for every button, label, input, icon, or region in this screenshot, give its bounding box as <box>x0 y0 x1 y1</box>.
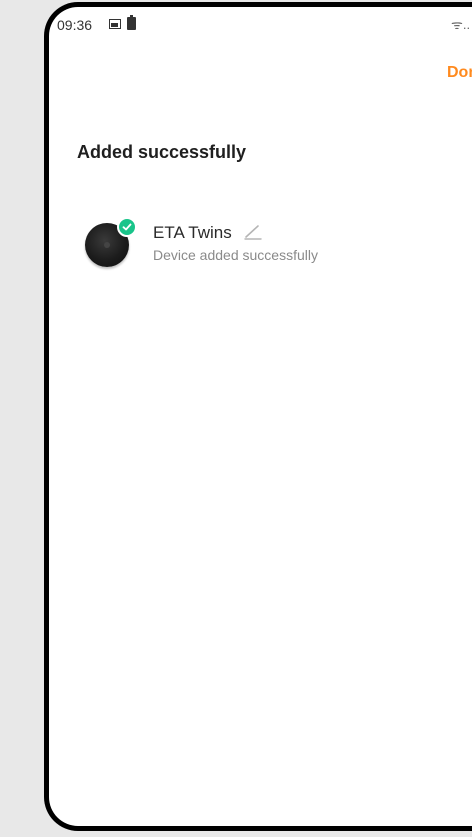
done-button[interactable]: Done <box>447 64 472 82</box>
phone-screen: 09:36 ᯤ.. Done Added successfully ETA Tw… <box>44 2 472 831</box>
edit-icon[interactable] <box>243 223 263 241</box>
device-list-item[interactable]: ETA Twins Device added successfully <box>79 217 439 277</box>
status-bar: 09:36 ᯤ.. <box>49 7 472 35</box>
battery-icon <box>127 15 136 30</box>
image-icon <box>109 18 121 29</box>
wifi-icon: ᯤ.. <box>451 17 471 32</box>
device-name: ETA Twins <box>153 223 232 242</box>
status-time: 09:36 <box>57 17 93 33</box>
screen-frame: 09:36 ᯤ.. Done Added successfully ETA Tw… <box>0 0 472 837</box>
device-status: Device added successfully <box>153 247 318 263</box>
status-icons-left <box>109 15 136 30</box>
page-title: Added successfully <box>77 142 247 162</box>
check-icon <box>117 217 137 237</box>
